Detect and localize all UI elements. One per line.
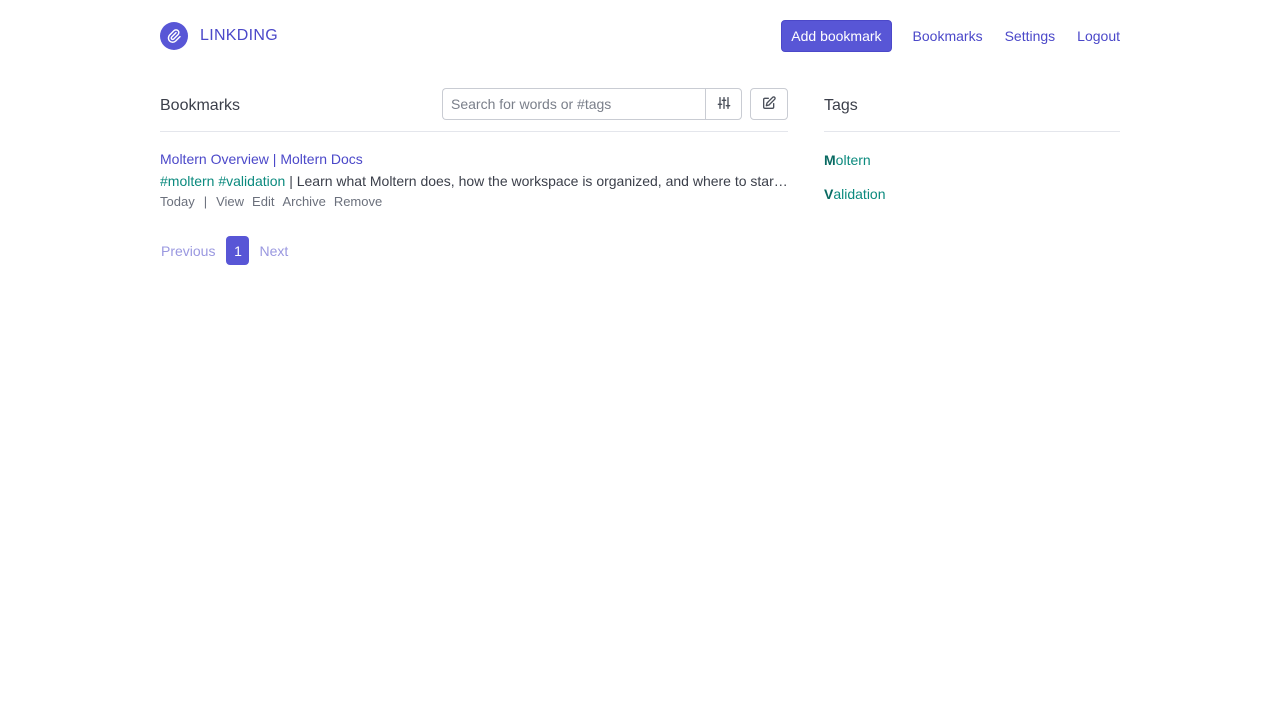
archive-action[interactable]: Archive bbox=[282, 194, 325, 210]
tag-rest: oltern bbox=[835, 152, 871, 168]
bookmarks-title: Bookmarks bbox=[160, 97, 241, 114]
bookmarks-header: Bookmarks bbox=[160, 88, 788, 132]
bookmark-actions: Today | View Edit Archive Remove bbox=[160, 194, 788, 210]
edit-action[interactable]: Edit bbox=[252, 194, 274, 210]
tags-sidebar: Tags Moltern Validation bbox=[824, 88, 1120, 203]
main-nav: Add bookmark Bookmarks Settings Logout bbox=[781, 20, 1120, 52]
tags-title: Tags bbox=[824, 97, 858, 114]
nav-logout-link[interactable]: Logout bbox=[1077, 28, 1120, 44]
tags-header: Tags bbox=[824, 88, 1120, 132]
bookmark-description-line: #moltern #validation | Learn what Molter… bbox=[160, 172, 788, 190]
date-separator: | bbox=[203, 194, 208, 209]
sidebar-tag-moltern[interactable]: Moltern bbox=[824, 151, 1120, 169]
bookmark-title-link[interactable]: Moltern Overview | Moltern Docs bbox=[160, 150, 788, 168]
edit-pencil-icon bbox=[761, 95, 777, 114]
remove-action[interactable]: Remove bbox=[334, 194, 382, 210]
brand-link[interactable]: LINKDING bbox=[160, 22, 278, 50]
brand-name: LINKDING bbox=[200, 27, 278, 44]
bulk-edit-button[interactable] bbox=[750, 88, 788, 120]
search-input[interactable] bbox=[442, 88, 705, 120]
sliders-icon bbox=[716, 95, 732, 114]
tag-initial: M bbox=[824, 152, 836, 168]
search-filter-button[interactable] bbox=[705, 88, 742, 120]
next-page-link[interactable]: Next bbox=[259, 243, 288, 259]
page-number-current[interactable]: 1 bbox=[226, 236, 250, 265]
pagination: Previous 1 Next bbox=[160, 236, 788, 265]
bookmark-item: Moltern Overview | Moltern Docs #moltern… bbox=[160, 150, 788, 210]
top-navbar: LINKDING Add bookmark Bookmarks Settings… bbox=[160, 20, 1120, 52]
tag-initial: V bbox=[824, 186, 834, 202]
bookmark-tag-moltern[interactable]: #moltern bbox=[160, 173, 214, 189]
bookmarks-section: Bookmarks Moltern Overview | bbox=[160, 88, 788, 265]
paperclip-logo-icon bbox=[160, 22, 188, 50]
tag-rest: alidation bbox=[833, 186, 886, 202]
bookmark-tag-validation[interactable]: #validation bbox=[218, 173, 285, 189]
bookmark-date: Today bbox=[160, 194, 195, 209]
previous-page-link[interactable]: Previous bbox=[160, 243, 216, 259]
view-action[interactable]: View bbox=[216, 194, 244, 210]
description-separator: | bbox=[289, 173, 293, 189]
nav-settings-link[interactable]: Settings bbox=[1005, 28, 1056, 44]
bookmark-description: Learn what Moltern does, how the workspa… bbox=[296, 173, 788, 189]
add-bookmark-button[interactable]: Add bookmark bbox=[781, 20, 892, 52]
search-group bbox=[442, 88, 742, 120]
sidebar-tag-validation[interactable]: Validation bbox=[824, 185, 1120, 203]
nav-bookmarks-link[interactable]: Bookmarks bbox=[913, 28, 983, 44]
